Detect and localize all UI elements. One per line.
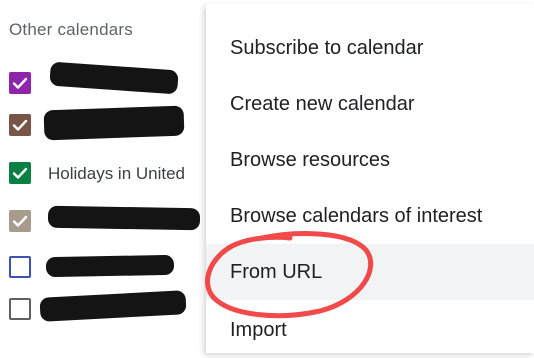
calendar-checkbox[interactable]: [9, 256, 31, 278]
calendar-checkbox[interactable]: [9, 162, 31, 184]
calendar-item[interactable]: Holidays in United: [0, 154, 210, 194]
menu-item-browse-calendars-of-interest[interactable]: Browse calendars of interest: [206, 188, 534, 244]
add-calendar-menu: Subscribe to calendar Create new calenda…: [206, 4, 534, 353]
calendar-item[interactable]: [0, 248, 210, 288]
redaction-mark: [47, 205, 201, 231]
menu-item-create-new-calendar[interactable]: Create new calendar: [206, 76, 534, 132]
calendar-item[interactable]: [0, 105, 210, 146]
checkmark-icon: [12, 167, 28, 179]
menu-item-browse-resources[interactable]: Browse resources: [206, 132, 534, 188]
calendar-item[interactable]: [0, 202, 210, 242]
calendar-checkbox[interactable]: [9, 210, 31, 232]
section-title: Other calendars: [9, 20, 133, 39]
checkmark-icon: [12, 77, 28, 89]
calendar-item[interactable]: [0, 61, 210, 104]
calendar-checkbox[interactable]: [9, 72, 31, 94]
redaction-mark: [39, 290, 187, 322]
calendar-checkbox[interactable]: [9, 298, 31, 320]
menu-item-subscribe-to-calendar[interactable]: Subscribe to calendar: [206, 20, 534, 76]
menu-item-import[interactable]: Import: [206, 302, 534, 358]
calendar-label: Holidays in United: [48, 164, 186, 183]
checkmark-icon: [12, 215, 28, 227]
calendar-checkbox[interactable]: [9, 114, 31, 136]
checkmark-icon: [12, 119, 28, 131]
redaction-mark: [43, 105, 185, 141]
other-calendars-panel: Other calendars Holidays in United: [0, 0, 210, 353]
redaction-mark: [45, 254, 175, 278]
calendar-item[interactable]: [0, 290, 210, 330]
redaction-mark: [49, 61, 179, 95]
menu-item-from-url[interactable]: From URL: [206, 244, 534, 300]
